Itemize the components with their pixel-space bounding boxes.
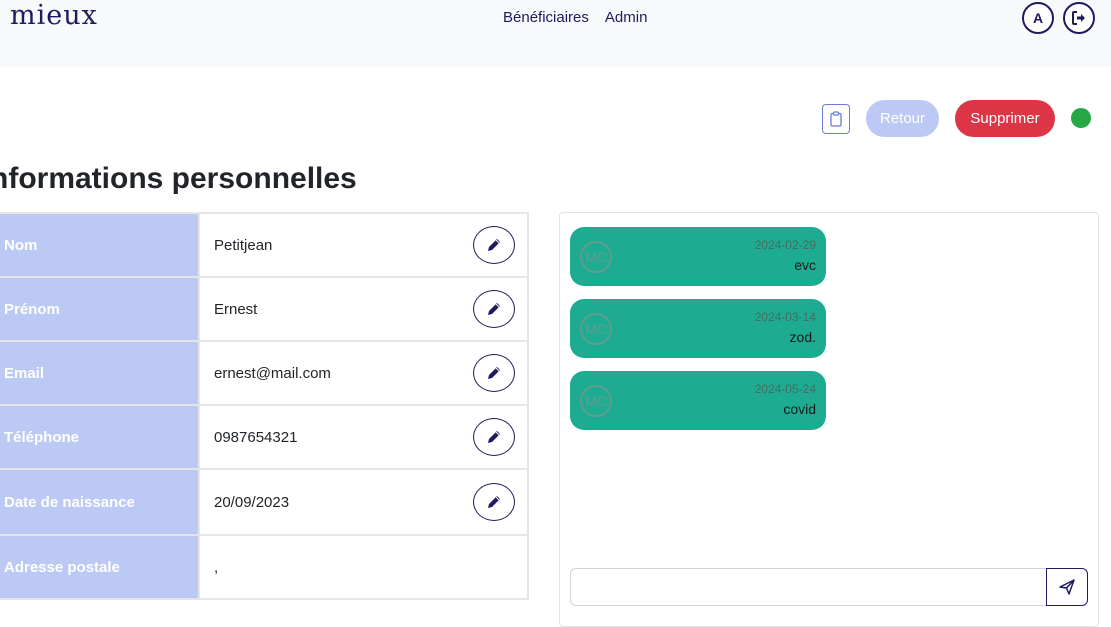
status-indicator bbox=[1071, 108, 1091, 128]
field-value-cell: , bbox=[198, 534, 529, 600]
author-avatar: MC bbox=[580, 313, 612, 345]
send-button[interactable] bbox=[1046, 568, 1088, 606]
field-value-cell: 20/09/2023 bbox=[198, 468, 529, 536]
edit-nom-button[interactable] bbox=[473, 226, 515, 264]
field-value-cell: Petitjean bbox=[198, 212, 529, 278]
field-label-nom: Nom bbox=[0, 212, 200, 278]
edit-date-naissance-button[interactable] bbox=[473, 483, 515, 521]
author-avatar: MC bbox=[580, 385, 612, 417]
message-text: evc bbox=[794, 257, 816, 273]
table-row: Nom Petitjean bbox=[0, 212, 529, 278]
field-value-cell: 0987654321 bbox=[198, 404, 529, 470]
field-label-email: Email bbox=[0, 340, 200, 406]
supprimer-button[interactable]: Supprimer bbox=[955, 100, 1055, 137]
edit-telephone-button[interactable] bbox=[473, 418, 515, 456]
field-label-date-naissance: Date de naissance bbox=[0, 468, 200, 536]
copy-clipboard-button[interactable] bbox=[822, 104, 850, 134]
logo[interactable]: mieux bbox=[10, 0, 98, 32]
top-navbar: mieux Bénéficiaires Admin A bbox=[0, 0, 1111, 67]
send-icon bbox=[1059, 579, 1075, 595]
personal-info-table: Nom Petitjean Prénom Ernest Email ernest… bbox=[0, 212, 529, 600]
user-avatar-button[interactable]: A bbox=[1022, 2, 1054, 34]
comment-input[interactable] bbox=[570, 568, 1048, 606]
table-row: Date de naissance 20/09/2023 bbox=[0, 468, 529, 536]
edit-prenom-button[interactable] bbox=[473, 290, 515, 328]
pencil-icon bbox=[488, 239, 500, 251]
field-value-date-naissance: 20/09/2023 bbox=[214, 493, 290, 511]
field-value-telephone: 0987654321 bbox=[214, 428, 298, 446]
pencil-icon bbox=[488, 431, 500, 443]
message-text: covid bbox=[783, 401, 816, 417]
sign-out-icon bbox=[1072, 11, 1085, 25]
table-row: Téléphone 0987654321 bbox=[0, 404, 529, 470]
field-label-telephone: Téléphone bbox=[0, 404, 200, 470]
field-value-cell: Ernest bbox=[198, 276, 529, 342]
page-title: nformations personnelles bbox=[0, 162, 357, 195]
logout-button[interactable] bbox=[1063, 2, 1095, 34]
nav-admin[interactable]: Admin bbox=[605, 8, 648, 28]
comments-panel: MC 2024-02-29 evc MC 2024-03-14 zod. MC … bbox=[559, 212, 1099, 627]
main-nav: Bénéficiaires Admin bbox=[503, 8, 647, 28]
field-label-prenom: Prénom bbox=[0, 276, 200, 342]
chat-message: MC 2024-02-29 evc bbox=[570, 227, 826, 286]
field-value-email: ernest@mail.com bbox=[214, 364, 331, 382]
retour-button[interactable]: Retour bbox=[866, 100, 939, 137]
table-row: Email ernest@mail.com bbox=[0, 340, 529, 406]
field-label-adresse: Adresse postale bbox=[0, 534, 200, 600]
table-row: Adresse postale , bbox=[0, 534, 529, 600]
edit-email-button[interactable] bbox=[473, 354, 515, 392]
message-date: 2024-05-24 bbox=[754, 382, 816, 396]
clipboard-icon bbox=[830, 111, 842, 127]
field-value-nom: Petitjean bbox=[214, 236, 273, 254]
field-value-cell: ernest@mail.com bbox=[198, 340, 529, 406]
field-value-adresse: , bbox=[214, 558, 219, 576]
pencil-icon bbox=[488, 367, 500, 379]
field-value-prenom: Ernest bbox=[214, 300, 258, 318]
pencil-icon bbox=[488, 496, 500, 508]
message-date: 2024-02-29 bbox=[754, 238, 816, 252]
message-text: zod. bbox=[789, 329, 816, 345]
author-avatar: MC bbox=[580, 241, 612, 273]
message-date: 2024-03-14 bbox=[754, 310, 816, 324]
table-row: Prénom Ernest bbox=[0, 276, 529, 342]
pencil-icon bbox=[488, 303, 500, 315]
nav-beneficiaires[interactable]: Bénéficiaires bbox=[503, 8, 589, 28]
chat-message: MC 2024-05-24 covid bbox=[570, 371, 826, 430]
chat-message: MC 2024-03-14 zod. bbox=[570, 299, 826, 358]
